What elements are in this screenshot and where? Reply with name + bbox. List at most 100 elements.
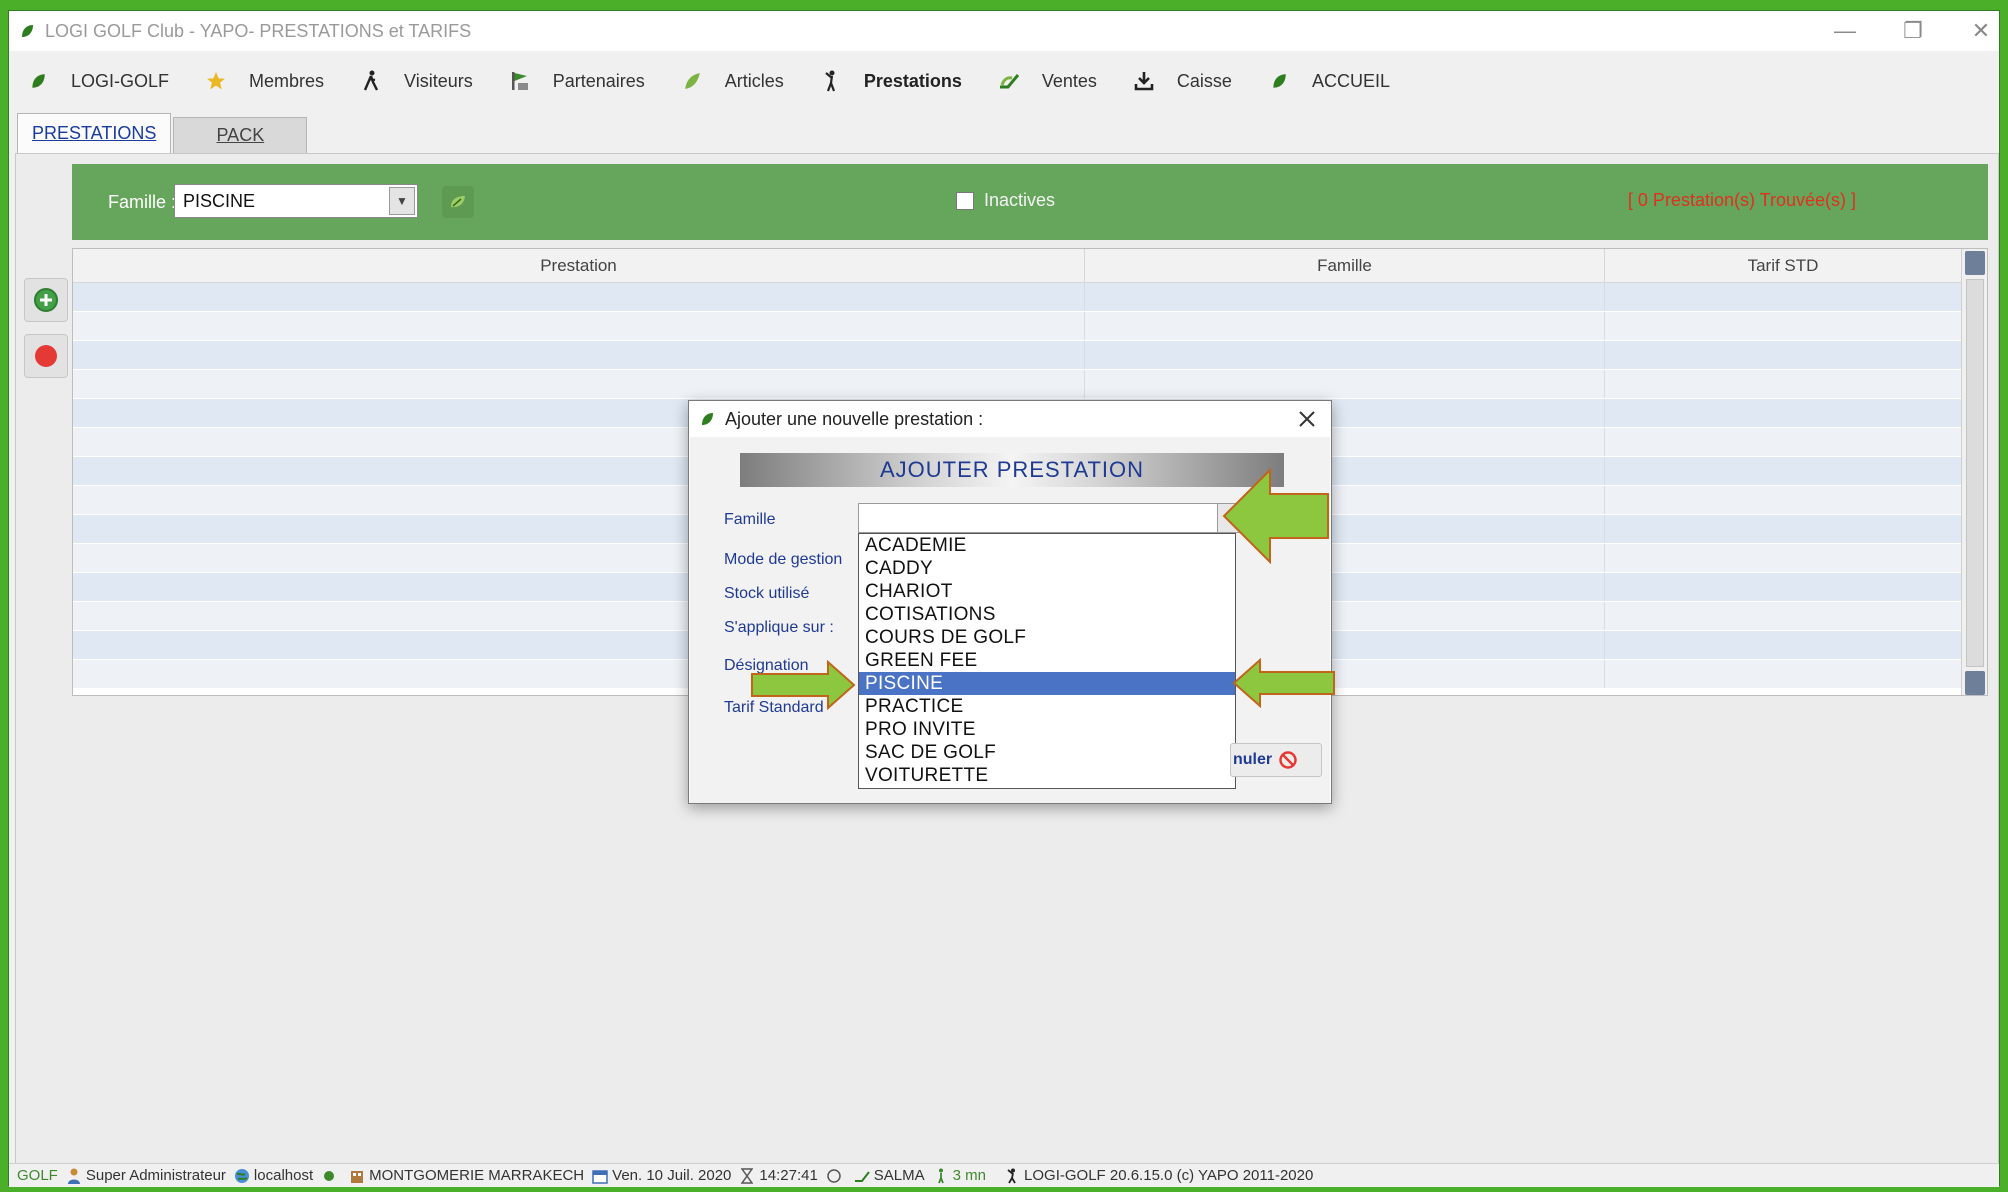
- results-count: [ 0 Prestation(s) Trouvée(s) ]: [1627, 190, 1856, 210]
- menu-partenaires[interactable]: Partenaires: [509, 61, 645, 101]
- status-duration-text: 3 mn: [952, 1167, 987, 1184]
- table-cell: [1085, 312, 1605, 340]
- menu-logi-golf[interactable]: LOGI-GOLF: [27, 61, 169, 101]
- famille-option[interactable]: SAC DE GOLF: [859, 741, 1235, 764]
- close-window-button[interactable]: ✕: [1947, 11, 2008, 51]
- status-user-text: Super Administrateur: [85, 1167, 226, 1184]
- table-cell: [1605, 370, 1961, 398]
- menu-label: Caisse: [1176, 70, 1232, 91]
- status-connection: [321, 1168, 341, 1184]
- menu-label: Visiteurs: [404, 70, 473, 91]
- table-cell: [1605, 341, 1961, 369]
- mode-gestion-label: Mode de gestion: [724, 551, 843, 568]
- maximize-button[interactable]: ❐: [1879, 11, 1947, 51]
- arrow-right-annotation-piscine: [751, 660, 856, 710]
- status-time-text: 14:27:41: [759, 1167, 818, 1184]
- grid-scrollbar[interactable]: [1961, 249, 1987, 695]
- scroll-up-icon[interactable]: [1965, 251, 1985, 275]
- table-cell: [1605, 486, 1961, 514]
- menu-accueil[interactable]: ACCUEIL: [1268, 61, 1390, 101]
- arrow-left-annotation-piscine: [1232, 658, 1335, 708]
- famille-option[interactable]: GREEN FEE: [859, 649, 1235, 672]
- dialog-title: Ajouter une nouvelle prestation :: [725, 408, 984, 429]
- download-icon: [1133, 70, 1155, 92]
- inactives-checkbox[interactable]: [956, 192, 974, 210]
- cancel-label: nuler: [1233, 751, 1273, 768]
- famille-option[interactable]: PRO INVITE: [859, 718, 1235, 741]
- arrow-left-annotation-famille: [1222, 468, 1329, 564]
- stock-label: Stock utilisé: [724, 585, 810, 602]
- table-cell: [1605, 457, 1961, 485]
- menu-label: Prestations: [863, 70, 962, 91]
- leaf-icon: [22, 25, 33, 37]
- calendar-icon: [592, 1168, 608, 1184]
- table-row[interactable]: [73, 370, 1961, 398]
- menu-label: Partenaires: [552, 70, 645, 91]
- famille-option[interactable]: CADDY: [859, 557, 1235, 580]
- close-icon: [1299, 411, 1315, 427]
- famille-option[interactable]: COTISATIONS: [859, 603, 1235, 626]
- menu-label: Membres: [249, 70, 325, 91]
- table-cell: [1605, 428, 1961, 456]
- minimize-button[interactable]: —: [1811, 11, 1879, 51]
- famille-filter-select[interactable]: PISCINE ▼: [174, 184, 418, 218]
- famille-option[interactable]: PISCINE: [859, 672, 1235, 695]
- refresh-button[interactable]: [442, 186, 474, 218]
- menu-articles[interactable]: Articles: [681, 61, 784, 101]
- menu-ventes[interactable]: Ventes: [998, 61, 1097, 101]
- famille-option[interactable]: COURS DE GOLF: [859, 626, 1235, 649]
- famille-option[interactable]: PRACTICE: [859, 695, 1235, 718]
- inactives-label: Inactives: [984, 190, 1056, 210]
- chevron-down-icon[interactable]: ▼: [389, 187, 415, 215]
- status-version: LOGI-GOLF 20.6.15.0 (c) YAPO 2011-2020: [1004, 1167, 1313, 1184]
- dialog-heading: AJOUTER PRESTATION: [740, 453, 1284, 487]
- plus-circle-icon: [34, 288, 58, 312]
- menu-caisse[interactable]: Caisse: [1133, 61, 1232, 101]
- table-cell: [1605, 312, 1961, 340]
- famille-label: Famille: [724, 511, 776, 528]
- cancel-button[interactable]: nuler: [1230, 743, 1322, 777]
- tab-strip: PRESTATIONS PACK: [17, 111, 309, 153]
- status-server-text: localhost: [253, 1167, 314, 1184]
- leaf-icon: [681, 70, 703, 92]
- status-club: MONTGOMERIE MARRAKECH: [349, 1167, 584, 1184]
- globe-icon: [234, 1168, 250, 1184]
- menu-membres[interactable]: Membres: [205, 61, 324, 101]
- famille-option[interactable]: VOITURETTE: [859, 764, 1235, 787]
- column-header-tarif[interactable]: Tarif STD: [1605, 249, 1961, 282]
- status-time: 14:27:41: [739, 1167, 818, 1184]
- table-cell: [1605, 399, 1961, 427]
- table-cell: [73, 312, 1085, 340]
- menu-bar: LOGI-GOLF Membres Visiteurs Partenaires …: [9, 51, 1999, 111]
- dialog-close-button[interactable]: [1293, 405, 1321, 433]
- tab-pack[interactable]: PACK: [173, 117, 308, 153]
- tab-prestations[interactable]: PRESTATIONS: [17, 113, 172, 153]
- window-title: LOGI GOLF Club - YAPO- PRESTATIONS et TA…: [45, 20, 472, 41]
- hourglass-icon: [739, 1167, 755, 1184]
- menu-label: ACCUEIL: [1311, 70, 1390, 91]
- famille-option[interactable]: ACADEMIE: [859, 534, 1235, 557]
- menu-label: LOGI-GOLF: [71, 70, 170, 91]
- applique-label: S'applique sur :: [724, 619, 834, 636]
- scroll-thumb[interactable]: [1966, 279, 1984, 667]
- status-club-text: MONTGOMERIE MARRAKECH: [369, 1167, 585, 1184]
- table-row[interactable]: [73, 341, 1961, 369]
- table-row[interactable]: [73, 283, 1961, 311]
- table-cell: [1605, 631, 1961, 659]
- column-header-prestation[interactable]: Prestation: [73, 249, 1085, 282]
- add-prestation-button[interactable]: [24, 278, 68, 322]
- delete-prestation-button[interactable]: [24, 334, 68, 378]
- star-icon: [205, 70, 227, 92]
- table-cell: [1605, 544, 1961, 572]
- famille-combobox[interactable]: ▼: [858, 503, 1240, 533]
- grid-header: Prestation Famille Tarif STD: [73, 249, 1961, 283]
- ventes-icon: [998, 70, 1020, 92]
- menu-visiteurs[interactable]: Visiteurs: [360, 61, 473, 101]
- famille-option[interactable]: CHARIOT: [859, 580, 1235, 603]
- column-header-famille[interactable]: Famille: [1085, 249, 1605, 282]
- building-icon: [349, 1168, 365, 1184]
- scroll-down-icon[interactable]: [1965, 671, 1985, 695]
- table-cell: [1085, 283, 1605, 311]
- table-row[interactable]: [73, 312, 1961, 340]
- menu-prestations[interactable]: Prestations: [820, 61, 962, 101]
